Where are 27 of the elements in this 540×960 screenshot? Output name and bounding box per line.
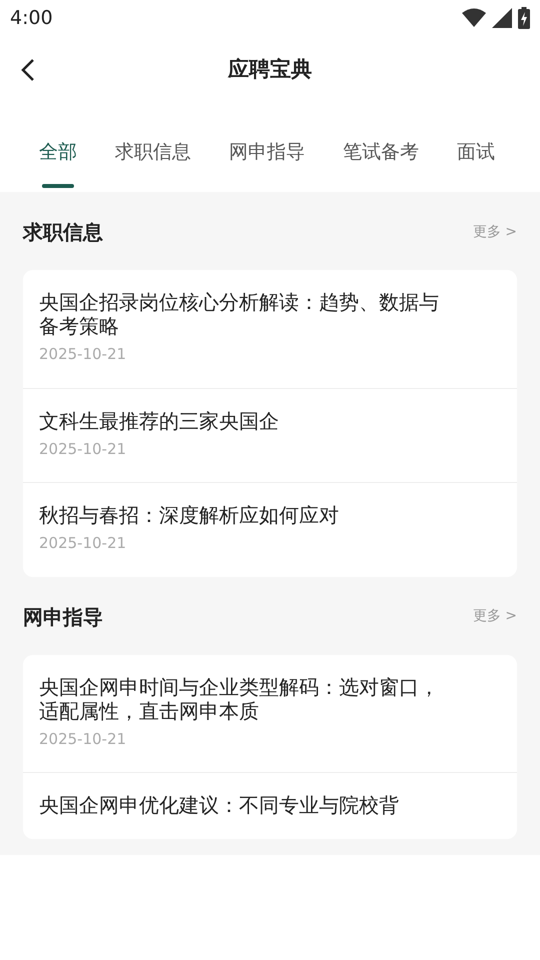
- wifi-icon: [462, 8, 486, 28]
- article-date: 2025-10-21: [39, 438, 128, 460]
- tab[interactable]: 网申指导: [210, 132, 324, 192]
- article-title: 央国企招录岗位核心分析解读：趋势、数据与备考策略: [39, 290, 440, 338]
- article-date: 2025-10-21: [39, 728, 128, 750]
- section-title: 网申指导: [23, 604, 103, 630]
- tab[interactable]: 求职信息: [96, 132, 210, 192]
- tab[interactable]: 笔试备考: [324, 132, 438, 192]
- article-item[interactable]: 秋招与春招：深度解析应如何应对 2025-10-21: [23, 483, 517, 576]
- article-title: 秋招与春招：深度解析应如何应对: [39, 503, 340, 527]
- article-item[interactable]: 文科生最推荐的三家央国企 2025-10-21: [23, 388, 517, 483]
- page-title: 应聘宝典: [228, 56, 312, 84]
- article-item[interactable]: 央国企网申时间与企业类型解码：选对窗口，适配属性，直击网申本质 2025-10-21: [23, 654, 517, 773]
- article-item[interactable]: 央国企网申优化建议：不同专业与院校背: [23, 773, 517, 839]
- signal-icon: [492, 8, 512, 28]
- article-date: 2025-10-21: [39, 344, 128, 365]
- status-time: 4:00: [10, 6, 53, 31]
- section-title: 求职信息: [23, 219, 103, 246]
- article-item[interactable]: 央国企招录岗位核心分析解读：趋势、数据与备考策略 2025-10-21: [23, 270, 517, 388]
- article-title: 央国企网申时间与企业类型解码：选对窗口，适配属性，直击网申本质: [39, 674, 440, 722]
- battery-icon: [518, 7, 530, 29]
- tab[interactable]: 全部: [20, 132, 96, 192]
- article-date: 2025-10-21: [39, 533, 128, 554]
- article-title: 文科生最推荐的三家央国企: [39, 408, 280, 432]
- back-icon[interactable]: [20, 58, 36, 82]
- tab[interactable]: 面试: [438, 132, 514, 192]
- article-title: 央国企网申优化建议：不同专业与院校背: [39, 793, 400, 817]
